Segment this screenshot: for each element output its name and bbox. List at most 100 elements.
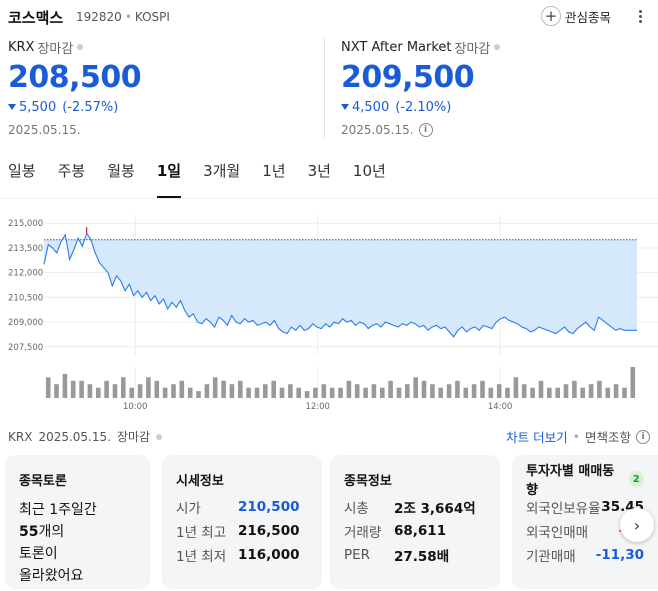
status-dot-icon [156, 433, 163, 440]
cards-next-button[interactable]: › [620, 508, 654, 542]
intraday-price-chart[interactable]: 215,000 213,500 212,000 210,500 209,000 207,5… [0, 205, 658, 415]
row-label: PER [344, 547, 371, 563]
volume-bar [513, 377, 519, 398]
tab-10years[interactable]: 10년 [353, 160, 386, 190]
tab-1day[interactable]: 1일 [156, 160, 182, 198]
row-value: 210,500 [238, 499, 300, 515]
summary-cards: 종목토론 최근 1주일간 55개의 토론이 올라왔어요 시세정보 시가 210,5… [5, 455, 658, 591]
krx-change: 5,500 (-2.57%) [8, 98, 318, 116]
row-label: 외국인매매 [526, 525, 589, 541]
volume-bar [622, 387, 627, 398]
plus-icon: + [541, 6, 561, 26]
volume-bar [521, 384, 527, 398]
volume-bar [129, 387, 134, 398]
volume-bar [505, 387, 510, 398]
separator-dot-icon: • [572, 429, 580, 444]
tab-daily[interactable]: 일봉 [8, 160, 36, 190]
volume-bar [196, 391, 201, 398]
row-label: 1년 최저 [176, 549, 227, 565]
investor-badge: 2 [628, 471, 644, 487]
volume-bar [187, 387, 193, 398]
volume-bar [488, 387, 494, 398]
row-value: -11,30 [595, 547, 644, 563]
volume-bar [480, 380, 485, 398]
row-label: 외국인보유율 [526, 501, 601, 517]
nxt-market-name: NXT After Market [341, 39, 452, 55]
volume-bar [288, 384, 293, 398]
discussion-card[interactable]: 종목토론 최근 1주일간 55개의 토론이 올라왔어요 [5, 455, 150, 589]
y-tick-label: 215,000 [8, 219, 43, 229]
footer-status: 장마감 [116, 430, 151, 444]
per-row: PER 27.58배 [344, 543, 486, 567]
volume-bar [246, 387, 251, 398]
info-icon[interactable]: i [418, 123, 433, 137]
krx-date: 2025.05.15. [8, 123, 81, 137]
volume-bar [530, 387, 535, 398]
tab-1year[interactable]: 1년 [262, 160, 285, 190]
volume-bar [162, 387, 168, 398]
y-tick-label: 212,000 [8, 269, 43, 279]
row-value: 27.58배 [394, 549, 450, 565]
down-triangle-icon [8, 104, 16, 110]
institution-trade-row: 기관매매 -11,30 [526, 543, 644, 567]
info-icon[interactable]: i [636, 429, 650, 444]
krx-change-percent: (-2.57%) [62, 99, 119, 115]
more-options-icon[interactable] [632, 6, 648, 26]
volume-bar [471, 384, 477, 398]
volume-bar [572, 380, 577, 398]
y-tick-label: 210,500 [8, 293, 43, 303]
volume-bar [296, 387, 301, 398]
nxt-date-text: 2025.05.15. [341, 123, 414, 137]
quote-info-card[interactable]: 시세정보 시가 210,500 1년 최고 216,500 1년 최저 116,000 [162, 455, 322, 589]
tab-3months[interactable]: 3개월 [203, 160, 240, 190]
stock-info-card[interactable]: 종목정보 시총 2조 3,664억 거래량 68,611 PER 27.58배 [330, 455, 500, 589]
stock-meta: 192820 • KOSPI [76, 10, 170, 24]
chart-footer-meta: KRX 2025.05.15. 장마감 [8, 428, 168, 445]
volume-bar [580, 387, 585, 398]
volume-bar [605, 387, 611, 398]
down-triangle-icon [341, 104, 349, 110]
volume-bar [229, 384, 235, 398]
chevron-right-icon: › [633, 515, 641, 535]
tab-weekly[interactable]: 주봉 [58, 160, 86, 190]
tab-monthly[interactable]: 월봉 [107, 160, 135, 190]
discussion-line3: 토론이 [19, 546, 58, 562]
disclaimer-link[interactable]: 면책조항 [585, 427, 631, 446]
nxt-status: 장마감 [454, 41, 491, 57]
row-label: 거래량 [344, 525, 382, 541]
tab-3years[interactable]: 3년 [308, 160, 331, 190]
volume-bar [146, 377, 151, 398]
stock-code: 192820 [76, 10, 122, 24]
chart-footer-links: 차트 더보기 • 면책조항 i [506, 427, 650, 446]
volume-bar [271, 380, 276, 398]
volume-bar [563, 384, 569, 398]
chart-more-link[interactable]: 차트 더보기 [506, 427, 567, 446]
add-watchlist-button[interactable]: + 관심종목 [541, 5, 611, 27]
discussion-title: 종목토론 [19, 473, 67, 489]
krx-price: 208,500 [8, 60, 142, 95]
x-tick-label: 14:00 [488, 402, 513, 412]
volume-bar [555, 387, 560, 398]
volume-bar [438, 387, 443, 398]
volume-bar [597, 380, 602, 398]
y-tick-label: 209,000 [8, 318, 43, 328]
year-high-row: 1년 최고 216,500 [176, 519, 308, 543]
stock-name: 코스맥스 [8, 9, 64, 27]
investor-title: 투자자별 매매동향 [526, 464, 615, 498]
market-cap-row: 시총 2조 3,664억 [344, 495, 486, 519]
volume-bar [279, 387, 285, 398]
volume-bar [212, 377, 218, 398]
nxt-change: 4,500 (-2.10%) [341, 98, 651, 116]
row-label: 1년 최고 [176, 525, 227, 541]
volume-bar [112, 384, 118, 398]
nxt-change-amount: 4,500 [352, 99, 390, 115]
status-dot-icon [494, 44, 501, 50]
krx-quote: KRX 장마감 208,500 5,500 (-2.57%) 2025.05.1… [8, 38, 318, 138]
row-value: 216,500 [238, 523, 300, 539]
y-tick-label: 207,500 [8, 343, 43, 353]
volume-bar [396, 387, 402, 398]
volume-bar [263, 384, 268, 398]
nxt-market-label: NXT After Market 장마감 [341, 38, 651, 57]
volume-bar [346, 380, 352, 398]
discussion-summary: 최근 1주일간 55개의 토론이 올라왔어요 [19, 499, 136, 587]
